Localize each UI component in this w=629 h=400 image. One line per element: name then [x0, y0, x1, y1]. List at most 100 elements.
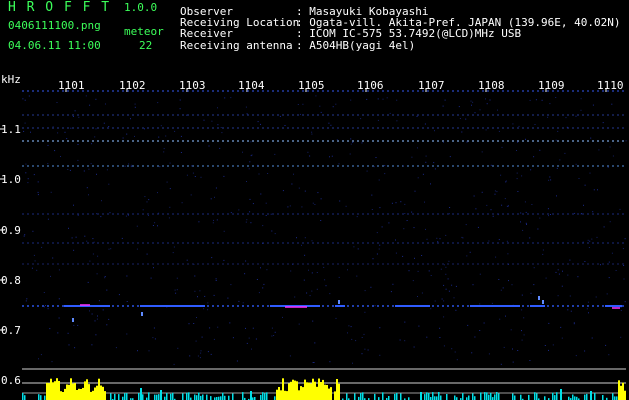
noise-speck — [412, 280, 414, 282]
noise-speck — [552, 344, 554, 346]
noise-speck — [421, 292, 423, 294]
level-bar — [602, 395, 604, 400]
noise-speck — [525, 138, 526, 140]
noise-speck — [126, 275, 128, 277]
noise-speck — [250, 222, 252, 224]
noise-speck — [560, 326, 562, 328]
noise-speck — [608, 277, 610, 279]
noise-speck — [586, 308, 588, 310]
noise-speck — [224, 97, 226, 99]
noise-speck — [282, 316, 283, 318]
level-bar — [472, 393, 474, 400]
noise-speck — [600, 264, 601, 266]
noise-speck — [153, 327, 155, 329]
level-bar — [140, 388, 142, 400]
noise-speck — [152, 337, 154, 339]
level-bar — [182, 393, 184, 400]
noise-speck — [440, 268, 442, 270]
noise-speck — [103, 122, 105, 124]
noise-speck — [95, 128, 97, 130]
level-bar — [228, 395, 230, 400]
noise-speck — [565, 117, 567, 119]
level-bar — [260, 394, 262, 400]
level-bar — [434, 396, 436, 400]
noise-speck — [84, 235, 86, 237]
noise-speck — [623, 278, 625, 280]
noise-speck — [439, 337, 441, 338]
noise-speck — [389, 112, 391, 114]
level-bar — [284, 390, 286, 400]
level-bar — [88, 384, 90, 400]
noise-speck — [163, 148, 165, 150]
noise-speck — [347, 269, 348, 271]
noise-speck — [125, 215, 127, 217]
noise-speck — [372, 258, 374, 260]
noise-speck — [75, 236, 77, 238]
level-bar — [54, 381, 56, 400]
noise-speck — [245, 260, 247, 262]
noise-speck — [24, 99, 26, 101]
level-bar — [62, 392, 64, 400]
noise-speck — [249, 198, 251, 200]
noise-speck — [624, 238, 626, 240]
noise-speck — [77, 159, 79, 161]
noise-speck — [395, 202, 397, 204]
noise-speck — [66, 138, 68, 140]
level-bar — [206, 394, 208, 400]
noise-speck — [508, 280, 509, 282]
noise-speck — [555, 139, 557, 141]
noise-speck — [417, 296, 418, 297]
noise-speck — [136, 225, 138, 227]
noise-speck — [451, 348, 453, 350]
noise-speck — [607, 166, 609, 168]
noise-speck — [67, 169, 69, 170]
noise-speck — [24, 122, 26, 124]
level-bar — [308, 382, 310, 400]
noise-speck — [379, 354, 381, 356]
noise-speck — [558, 273, 560, 275]
noise-speck — [311, 133, 313, 135]
noise-speck — [70, 127, 72, 129]
level-bar — [554, 395, 556, 400]
noise-speck — [403, 165, 404, 167]
noise-speck — [169, 206, 171, 208]
noise-speck — [73, 204, 74, 206]
noise-speck — [289, 205, 291, 207]
level-bar — [92, 390, 94, 400]
level-bar — [468, 395, 470, 400]
noise-speck — [217, 326, 219, 328]
level-bar — [52, 382, 54, 400]
noise-speck — [455, 285, 457, 287]
noise-speck — [350, 326, 352, 328]
noise-speck — [311, 131, 313, 133]
noise-speck — [456, 359, 458, 361]
level-bar — [400, 393, 402, 400]
noise-speck — [331, 155, 333, 157]
noise-speck — [588, 247, 590, 248]
noise-speck — [154, 338, 156, 340]
noise-speck — [329, 293, 331, 295]
noise-speck — [530, 169, 532, 171]
noise-speck — [439, 327, 441, 329]
level-bar — [114, 393, 116, 400]
noise-speck — [575, 115, 577, 117]
noise-speck — [314, 342, 316, 344]
noise-speck — [271, 327, 273, 329]
noise-speck — [445, 288, 447, 290]
noise-speck — [73, 249, 75, 251]
noise-speck — [608, 354, 610, 356]
level-bar — [126, 393, 128, 400]
noise-speck — [77, 324, 79, 326]
noise-speck — [124, 165, 126, 167]
noise-speck — [556, 167, 558, 169]
noise-speck — [213, 294, 215, 296]
noise-speck — [197, 296, 198, 298]
level-bar — [202, 394, 204, 400]
noise-speck — [437, 241, 439, 243]
noise-speck — [22, 98, 24, 100]
noise-speck — [396, 120, 398, 122]
noise-speck — [97, 315, 98, 317]
noise-speck — [304, 237, 306, 239]
noise-speck — [296, 237, 297, 239]
noise-speck — [146, 253, 148, 255]
